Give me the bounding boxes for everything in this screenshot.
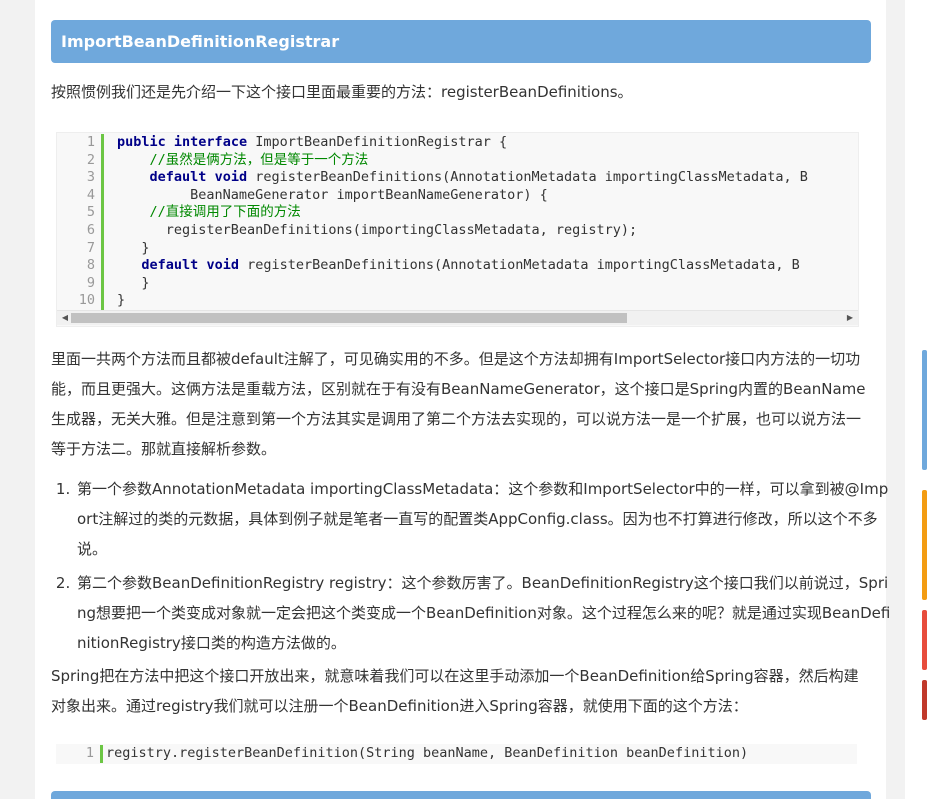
body-paragraph-2: Spring把在方法中把这个接口开放出来，就意味着我们可以在这里手动添加一个Be… — [51, 667, 859, 715]
line-number: 4 — [86, 186, 95, 203]
code-block: 1 2 3 4 5 6 7 8 9 10 public interface ImportBeanD… — [56, 132, 859, 327]
parameter-list: 第一个参数AnnotationMetadata importingClassMe… — [51, 474, 895, 662]
list-item: 第一个参数AnnotationMetadata importingClassMe… — [75, 474, 895, 564]
line-number: 8 — [86, 257, 95, 274]
line-number: 6 — [86, 221, 95, 238]
code-line: //虽然是俩方法，但是等于一个方法 — [149, 151, 369, 168]
scroll-thumb[interactable] — [71, 313, 627, 323]
line-numbers: 1 — [56, 745, 103, 763]
line-number: 2 — [86, 151, 95, 168]
article-content: ImportBeanDefinitionRegistrar 按照惯例我们还是先介… — [35, 0, 890, 799]
line-number: 5 — [86, 204, 95, 221]
line-number: 9 — [86, 274, 95, 291]
body-paragraph: 里面一共两个方法而且都被default注解了，可见确实用的不多。但是这个方法却拥… — [51, 350, 866, 458]
code-line: default void registerBeanDefinitions(Ann… — [141, 257, 800, 274]
code-line: registry.registerBeanDefinition(String b… — [106, 745, 749, 761]
line-number: 7 — [86, 239, 95, 256]
code-line: public interface ImportBeanDefinitionReg… — [117, 134, 508, 150]
right-sidebar — [905, 0, 927, 799]
section-heading: ImportBeanDefinitionRegistrar — [51, 20, 871, 63]
intro-paragraph: 按照惯例我们还是先介绍一下这个接口里面最重要的方法：registerBeanDe… — [51, 83, 633, 101]
code-line: //直接调用了下面的方法 — [149, 204, 301, 221]
sidebar-marker — [922, 350, 927, 470]
code-line: } — [117, 292, 126, 309]
sidebar-marker — [922, 680, 927, 720]
line-number: 3 — [86, 169, 95, 186]
line-numbers: 1 2 3 4 5 6 7 8 9 10 — [57, 134, 104, 310]
code-line: } — [117, 239, 150, 256]
next-section-heading — [51, 791, 871, 799]
scroll-right-icon[interactable]: ▶ — [844, 311, 856, 325]
horizontal-scrollbar[interactable]: ◀ ▶ — [57, 310, 858, 325]
code-block-2: 1 registry.registerBeanDefinition(String… — [56, 744, 857, 764]
list-item: 第二个参数BeanDefinitionRegistry registry：这个参… — [75, 568, 895, 658]
line-number: 10 — [78, 292, 95, 309]
code-line: } — [117, 274, 150, 291]
scroll-left-icon[interactable]: ◀ — [59, 311, 71, 325]
code-lines: public interface ImportBeanDefinitionReg… — [117, 134, 808, 310]
sidebar-marker — [922, 610, 927, 670]
code-line: registerBeanDefinitions(importingClassMe… — [117, 221, 638, 238]
code-line: BeanNameGenerator importBeanNameGenerato… — [117, 186, 548, 203]
code-line: default void registerBeanDefinitions(Ann… — [149, 169, 808, 186]
line-number: 1 — [86, 134, 95, 150]
sidebar-marker — [922, 490, 927, 600]
